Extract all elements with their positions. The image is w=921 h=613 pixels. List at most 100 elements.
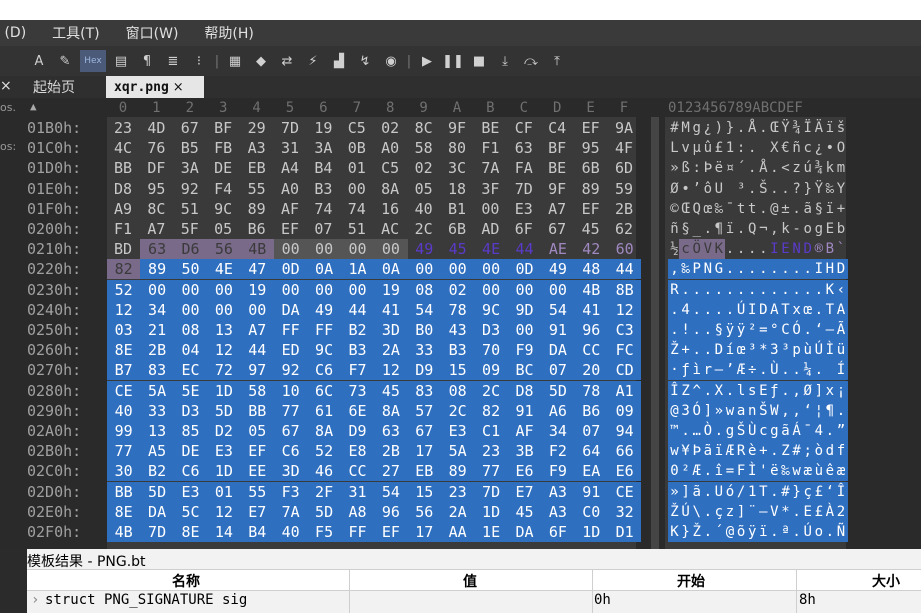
hex-byte[interactable]: 07 (574, 421, 608, 441)
step-out-icon[interactable]: ⤒ (546, 50, 568, 72)
hex-byte[interactable]: 00 (340, 239, 375, 260)
hex-byte[interactable]: 18 (441, 179, 473, 199)
hex-byte[interactable]: 63 (508, 138, 540, 158)
hex-byte[interactable]: BD (107, 239, 139, 259)
hex-byte[interactable]: 83 (140, 360, 174, 381)
hex-byte[interactable]: 00 (307, 239, 341, 260)
hex-byte[interactable]: D8 (507, 380, 542, 401)
hex-byte[interactable]: 33 (140, 400, 174, 421)
hex-byte[interactable]: 1D (207, 461, 241, 482)
hex-byte[interactable]: 44 (340, 299, 375, 320)
hex-byte[interactable]: 00 (207, 279, 241, 300)
hex-byte[interactable]: 07 (307, 219, 339, 239)
hex-byte[interactable]: B3 (307, 179, 339, 199)
hex-byte[interactable]: A7 (541, 199, 573, 219)
hex-byte[interactable]: 13 (140, 421, 174, 441)
hex-byte[interactable]: 67 (274, 421, 308, 441)
hex-byte[interactable]: 19 (307, 118, 339, 138)
hex-byte[interactable]: 4C (107, 138, 139, 158)
hex-byte[interactable]: 2C (474, 380, 508, 401)
pause-icon[interactable]: ❚❚ (442, 50, 464, 72)
hex-byte[interactable]: 3D (374, 320, 408, 340)
hex-byte[interactable]: 82 (107, 259, 141, 280)
hex-byte[interactable]: AF (274, 199, 306, 219)
hex-byte[interactable]: 41 (374, 299, 408, 320)
hex-byte[interactable]: B3 (340, 340, 375, 361)
tab-start-page[interactable]: 起始页 (33, 77, 75, 97)
hex-byte[interactable]: E7 (507, 481, 542, 502)
hex-byte[interactable]: CE (107, 380, 141, 401)
hex-byte[interactable]: 00 (541, 279, 575, 300)
hex-byte[interactable]: A5 (140, 441, 174, 462)
hex-byte[interactable]: 49 (307, 299, 341, 320)
hex-byte[interactable]: 02 (408, 158, 440, 178)
hex-icon[interactable]: Hex (80, 50, 106, 72)
hex-byte[interactable]: 00 (340, 279, 375, 300)
hex-byte[interactable]: CF (508, 118, 540, 138)
hex-byte[interactable]: BF (541, 138, 573, 158)
hex-byte[interactable]: A8 (340, 501, 375, 522)
hex-byte[interactable]: 74 (341, 199, 373, 219)
hex-byte[interactable]: 43 (441, 320, 475, 340)
hex-byte[interactable]: 6C (307, 380, 341, 401)
hex-byte[interactable]: 8A (374, 400, 408, 421)
hex-byte[interactable]: 44 (608, 259, 642, 280)
hex-byte[interactable]: 9D (507, 299, 542, 320)
hex-byte[interactable]: 3D (274, 461, 308, 482)
hex-byte[interactable]: 00 (207, 299, 241, 320)
hex-byte[interactable]: 6F (541, 522, 575, 542)
hex-byte[interactable]: BF (207, 118, 239, 138)
hex-byte[interactable]: 42 (575, 239, 608, 259)
hex-byte[interactable]: BC (507, 360, 542, 381)
hex-byte[interactable]: 12 (207, 340, 241, 361)
ascii-char[interactable]: ” (834, 421, 848, 441)
hash-icon[interactable]: ◉ (380, 50, 402, 72)
hex-byte[interactable]: F7 (340, 360, 375, 381)
hex-byte[interactable]: 34 (140, 299, 174, 320)
hex-byte[interactable]: BB (107, 481, 141, 502)
hex-byte[interactable]: A6 (541, 400, 575, 421)
ascii-char[interactable]: Í (834, 360, 848, 381)
menu-item-window[interactable]: 窗口(W) (126, 23, 179, 43)
hex-byte[interactable]: 40 (274, 522, 308, 542)
hex-byte[interactable]: 4E (207, 259, 241, 280)
hex-byte[interactable]: BB (107, 158, 139, 178)
step-over-icon[interactable]: ⤼ (520, 50, 542, 72)
hex-byte[interactable]: DA (274, 299, 308, 320)
expand-icon[interactable]: › (31, 592, 39, 608)
hex-byte[interactable]: 4F (608, 138, 640, 158)
hex-byte[interactable]: 5D (541, 380, 575, 401)
hex-byte[interactable]: 19 (240, 279, 274, 300)
hex-byte[interactable]: 05 (408, 179, 440, 199)
hex-byte[interactable]: D3 (173, 400, 208, 421)
hex-byte[interactable]: 55 (241, 179, 273, 199)
hex-byte[interactable]: 4D (140, 118, 172, 138)
hex-byte[interactable]: 00 (507, 320, 542, 340)
hex-byte[interactable]: B6 (574, 400, 608, 421)
hex-byte[interactable]: 1E (474, 522, 508, 542)
hex-byte[interactable]: 1D (207, 380, 241, 401)
hex-byte[interactable]: 56 (407, 501, 441, 522)
hex-byte[interactable]: E6 (608, 461, 642, 482)
stop-icon[interactable]: ■ (468, 50, 490, 72)
hex-byte[interactable]: 3A (174, 158, 206, 178)
ascii-char[interactable]: Y (835, 179, 848, 199)
checksum-icon[interactable]: ⚡ (302, 50, 324, 72)
hex-byte[interactable]: 2B (608, 199, 640, 219)
hex-byte[interactable]: 67 (407, 421, 441, 441)
hex-byte[interactable]: A3 (541, 501, 575, 522)
hex-byte[interactable]: D2 (207, 421, 241, 441)
hex-byte[interactable]: 54 (541, 299, 575, 320)
hex-byte[interactable]: 23 (107, 118, 139, 138)
hex-byte[interactable]: 00 (374, 239, 408, 260)
hex-byte[interactable]: EF (575, 118, 607, 138)
hex-byte[interactable]: 00 (474, 279, 508, 300)
hex-byte[interactable]: 2B (140, 340, 174, 361)
run-icon[interactable]: ▶ (416, 50, 438, 72)
hex-byte[interactable]: 07 (541, 360, 575, 381)
hex-byte[interactable]: B4 (307, 158, 339, 178)
ascii-char[interactable]: ü (834, 340, 848, 361)
hex-byte[interactable]: 12 (207, 501, 241, 522)
hex-byte[interactable]: 8E (173, 522, 208, 542)
hex-byte[interactable]: 0B (341, 138, 373, 158)
